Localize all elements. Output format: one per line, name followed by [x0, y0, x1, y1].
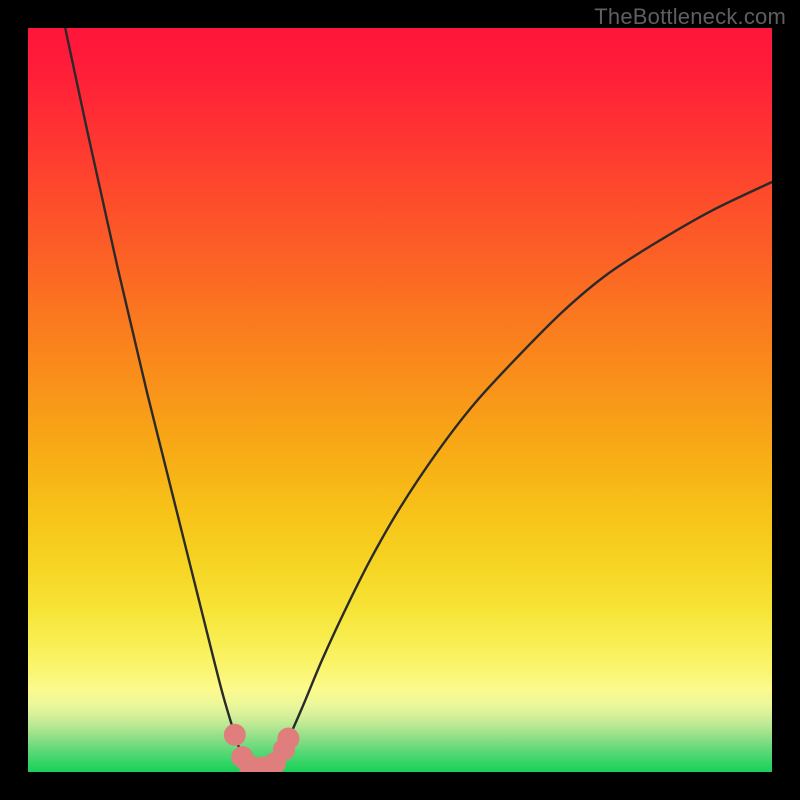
watermark-text: TheBottleneck.com — [594, 4, 786, 30]
ideal-zone-markers — [224, 724, 300, 772]
curve-right — [277, 182, 772, 757]
outer-frame: TheBottleneck.com — [0, 0, 800, 800]
marker-dot — [224, 724, 246, 746]
plot-area — [28, 28, 772, 772]
curve-layer — [28, 28, 772, 772]
curve-left — [65, 28, 242, 757]
marker-dot — [277, 728, 299, 750]
